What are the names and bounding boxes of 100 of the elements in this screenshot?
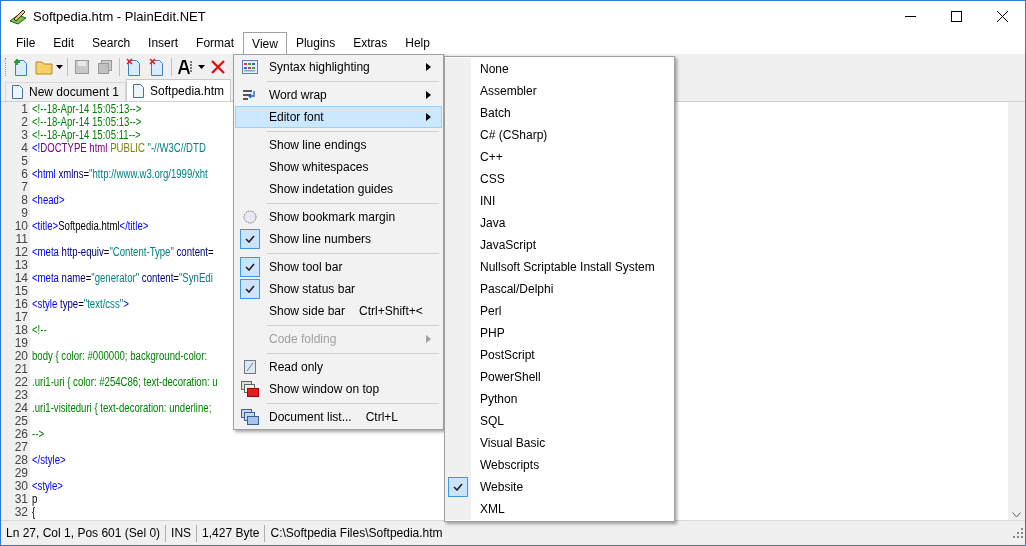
menu-option[interactable]: Document list... Ctrl+L bbox=[235, 406, 442, 428]
shortcut-label: Ctrl+Shift+< bbox=[359, 303, 423, 320]
menu-item[interactable]: File bbox=[7, 32, 45, 54]
resize-grip-icon bbox=[1013, 528, 1023, 538]
app-icon bbox=[9, 8, 27, 25]
menu-option[interactable]: Show indetation guides bbox=[235, 178, 442, 200]
line-number: 27 bbox=[13, 441, 29, 454]
menu-item[interactable]: Format bbox=[187, 32, 244, 54]
menu-item[interactable]: Edit bbox=[44, 32, 84, 54]
menu-option[interactable]: Show bookmark margin bbox=[235, 206, 442, 228]
menu-option[interactable]: C++ bbox=[445, 146, 674, 168]
menu-option[interactable]: PowerShell bbox=[445, 366, 674, 388]
menu-option[interactable]: SQL bbox=[445, 410, 674, 432]
document-tab[interactable]: Softpedia.htm bbox=[126, 79, 232, 101]
windows-icon bbox=[241, 409, 259, 425]
menu-option[interactable]: Read only bbox=[235, 356, 442, 378]
scrollbar[interactable] bbox=[1008, 102, 1025, 520]
line-number: 29 bbox=[13, 467, 29, 480]
scroll-down-icon[interactable] bbox=[1012, 512, 1021, 518]
document-icon bbox=[133, 83, 145, 98]
menu-item[interactable]: Plugins bbox=[286, 32, 345, 54]
line-number: 20 bbox=[13, 350, 29, 363]
line-number: 3 bbox=[20, 129, 29, 142]
menu-option[interactable]: Syntax highlighting bbox=[235, 56, 442, 78]
menu-option[interactable]: None bbox=[445, 58, 674, 80]
menu-option[interactable]: Show line numbers bbox=[235, 228, 442, 250]
code-line: </style> bbox=[32, 454, 66, 467]
status-field: INS bbox=[165, 524, 197, 542]
menu-option[interactable]: Batch bbox=[445, 102, 674, 124]
menu-option[interactable]: Visual Basic bbox=[445, 432, 674, 454]
menu-option[interactable]: Perl bbox=[445, 300, 674, 322]
line-number: 9 bbox=[20, 207, 29, 220]
menu-option[interactable]: INI bbox=[445, 190, 674, 212]
menu-option[interactable]: JavaScript bbox=[445, 234, 674, 256]
menu-option[interactable]: C# (CSharp) bbox=[445, 124, 674, 146]
menu-option[interactable]: Nullsoft Scriptable Install System bbox=[445, 256, 674, 278]
code-line: <!--18-Apr-14 15:05:13--> bbox=[32, 103, 142, 116]
menu-item[interactable]: Help bbox=[396, 32, 439, 54]
document-tab[interactable]: New document 1 bbox=[5, 82, 127, 101]
line-number: 31 bbox=[13, 493, 29, 506]
line-number: 26 bbox=[13, 428, 29, 441]
menu-item[interactable]: Search bbox=[83, 32, 140, 54]
code-line: .uri1-uri { color: #254C86; text-decoration: u bbox=[32, 376, 218, 389]
line-number: 12 bbox=[13, 246, 29, 259]
code-line: <title>Softpedia.html</title> bbox=[32, 220, 149, 233]
menu-option[interactable]: Editor font bbox=[235, 106, 442, 128]
menu-item[interactable]: Extras bbox=[344, 32, 397, 54]
menu-option[interactable]: Show side bar Ctrl+Shift+< bbox=[235, 300, 442, 322]
line-number: 32 bbox=[13, 506, 29, 519]
window-title: Softpedia.htm - PlainEdit.NET bbox=[33, 7, 206, 26]
code-line: <meta http-equiv="Content-Type" content= bbox=[32, 246, 214, 259]
windows-icon bbox=[241, 381, 259, 397]
menu-option[interactable]: Show tool bar bbox=[235, 256, 442, 278]
code-line: p bbox=[32, 493, 38, 506]
line-number: 11 bbox=[14, 233, 29, 246]
code-line: { bbox=[32, 506, 36, 519]
menu-option[interactable]: Show line endings bbox=[235, 134, 442, 156]
menu-option[interactable]: Java bbox=[445, 212, 674, 234]
menu-item[interactable]: Insert bbox=[139, 32, 188, 54]
table-icon bbox=[242, 60, 258, 74]
page-icon bbox=[244, 360, 256, 374]
menu-option[interactable]: Word wrap bbox=[235, 84, 442, 106]
line-number: 30 bbox=[13, 480, 29, 493]
status-field: Ln 27, Col 1, Pos 601 (Sel 0) bbox=[1, 524, 166, 542]
circle-icon bbox=[243, 210, 257, 224]
shortcut-label: Ctrl+L bbox=[365, 409, 399, 426]
menu-option[interactable]: Pascal/Delphi bbox=[445, 278, 674, 300]
menu-option[interactable]: Show whitespaces bbox=[235, 156, 442, 178]
line-number: 1 bbox=[20, 103, 29, 116]
menu-option[interactable]: Website bbox=[445, 476, 674, 498]
word-wrap-icon bbox=[242, 89, 258, 101]
menu-option[interactable]: Show window on top bbox=[235, 378, 442, 400]
line-number: 15 bbox=[13, 285, 29, 298]
line-number: 5 bbox=[20, 155, 29, 168]
menu-option[interactable]: CSS bbox=[445, 168, 674, 190]
line-number: 24 bbox=[13, 402, 29, 415]
status-field: C:\Softpedia Files\Softpedia.htm bbox=[264, 524, 448, 542]
code-line: <!--18-Apr-14 15:05:11--> bbox=[32, 129, 141, 142]
line-number: 4 bbox=[20, 142, 29, 155]
menu-option[interactable]: Show status bar bbox=[235, 278, 442, 300]
menu-item[interactable]: View bbox=[243, 32, 287, 54]
document-icon bbox=[12, 85, 23, 99]
code-line: <!DOCTYPE html PUBLIC "-//W3C//DTD bbox=[32, 142, 206, 155]
line-number: 16 bbox=[13, 298, 29, 311]
menu-option[interactable]: Python bbox=[445, 388, 674, 410]
line-number: 21 bbox=[13, 363, 29, 376]
line-number: 13 bbox=[13, 259, 29, 272]
code-line: <style type="text/css"> bbox=[32, 298, 129, 311]
line-number: 25 bbox=[13, 415, 29, 428]
menu-option[interactable]: Webscripts bbox=[445, 454, 674, 476]
menu-option[interactable]: PostScript bbox=[445, 344, 674, 366]
line-number: 2 bbox=[20, 116, 29, 129]
line-number: 18 bbox=[13, 324, 29, 337]
code-line: <meta name="generator" content="SynEdi bbox=[32, 272, 213, 285]
menu-option[interactable]: Assembler bbox=[445, 80, 674, 102]
code-line: <!-- bbox=[32, 324, 47, 337]
menu-option[interactable]: PHP bbox=[445, 322, 674, 344]
line-number: 17 bbox=[13, 311, 29, 324]
line-number: 10 bbox=[13, 220, 29, 233]
menu-option[interactable]: XML bbox=[445, 498, 674, 520]
